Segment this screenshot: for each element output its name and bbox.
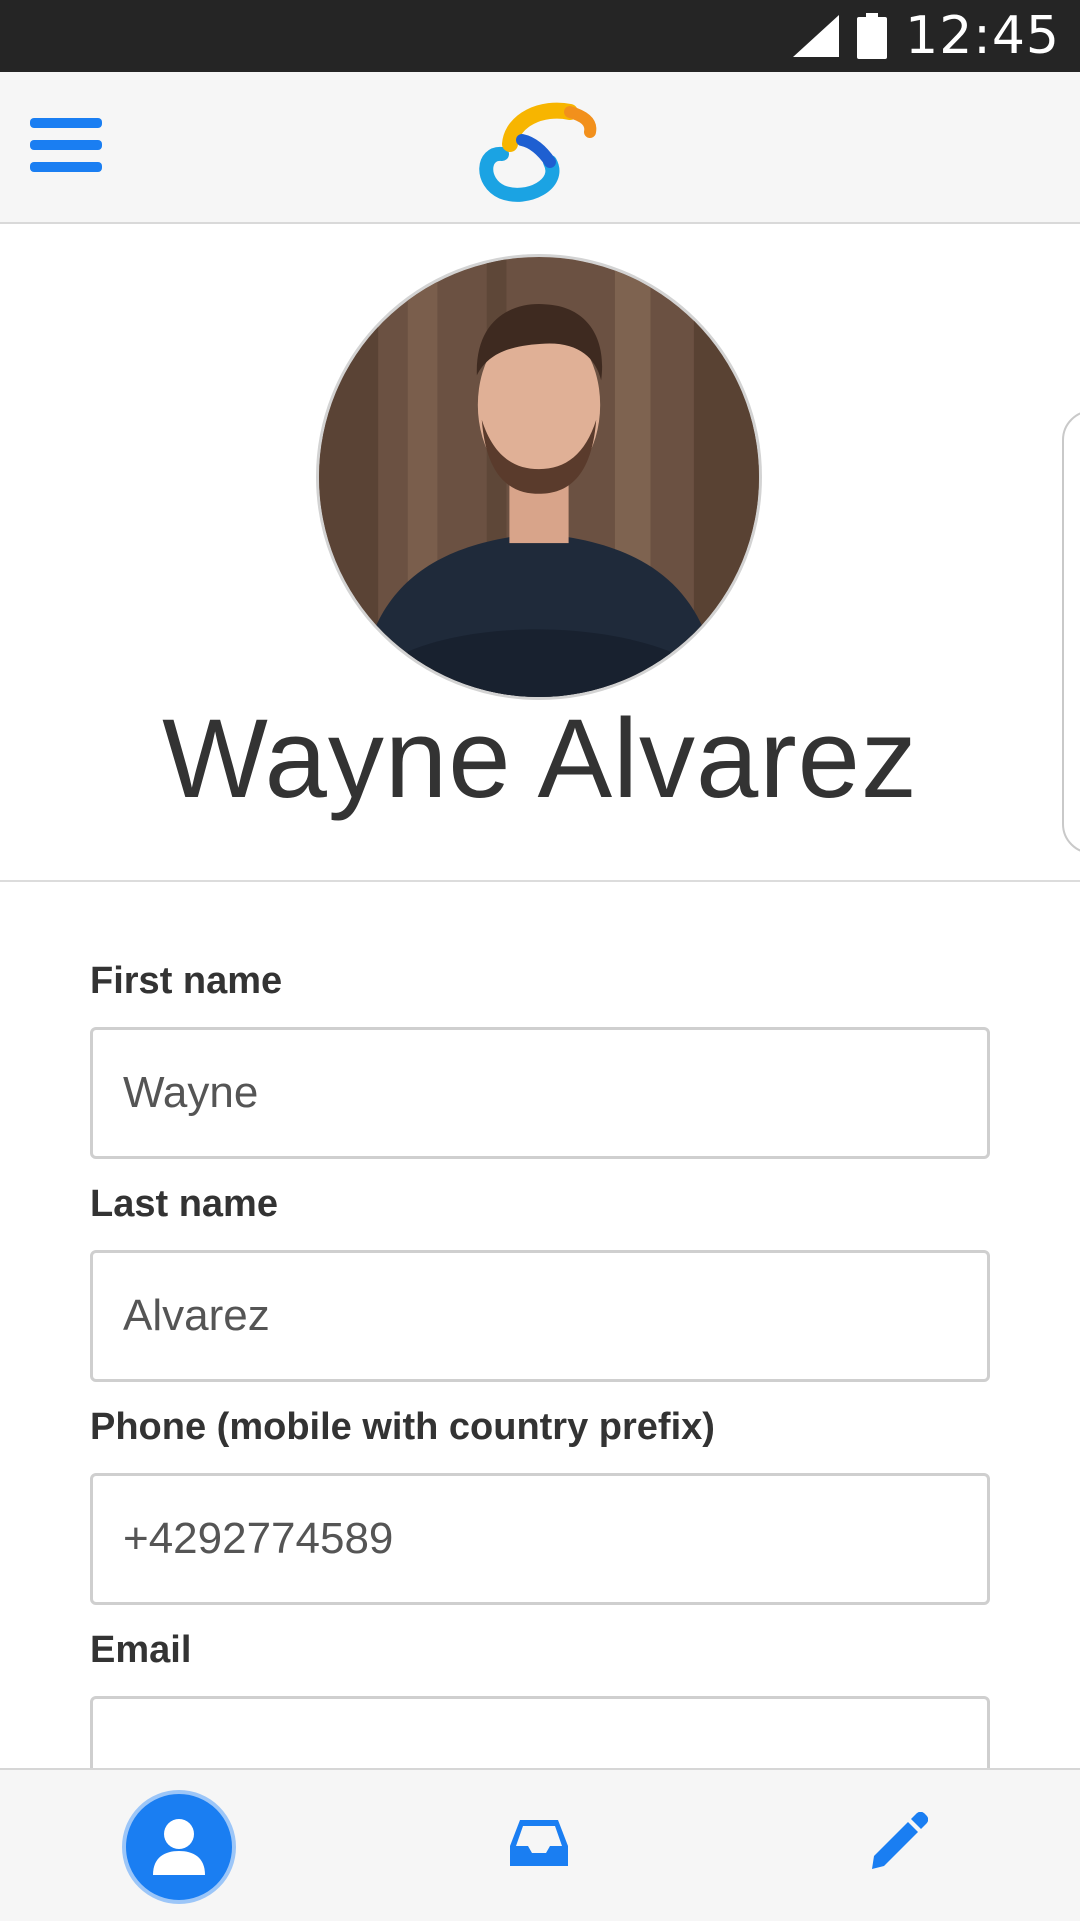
profile-form: First name Last name Phone (mobile with … xyxy=(90,960,990,1852)
status-bar: 12:45 xyxy=(0,0,1080,72)
side-drawer-handle[interactable] xyxy=(1062,410,1080,854)
hamburger-menu-icon[interactable] xyxy=(30,112,110,178)
email-label: Email xyxy=(90,1629,192,1671)
app-header xyxy=(0,72,1080,224)
nav-profile-button[interactable] xyxy=(122,1790,236,1904)
inbox-icon[interactable] xyxy=(508,1818,570,1868)
battery-icon xyxy=(857,13,888,59)
status-time: 12:45 xyxy=(905,6,1060,66)
phone-input[interactable] xyxy=(90,1473,990,1605)
pencil-icon[interactable] xyxy=(866,1812,928,1874)
last-name-label: Last name xyxy=(90,1183,278,1225)
menu-bar xyxy=(30,118,102,128)
app-logo-icon xyxy=(479,102,597,202)
phone-label: Phone (mobile with country prefix) xyxy=(90,1406,715,1448)
avatar xyxy=(316,254,762,700)
first-name-field: First name xyxy=(90,960,990,1159)
status-icons: 12:45 xyxy=(793,0,1060,72)
first-name-label: First name xyxy=(90,960,283,1002)
menu-bar xyxy=(30,162,102,172)
bottom-nav xyxy=(0,1768,1080,1921)
menu-bar xyxy=(30,140,102,150)
signal-icon xyxy=(793,15,840,57)
first-name-input[interactable] xyxy=(90,1027,990,1159)
user-icon xyxy=(153,1819,205,1875)
profile-photo xyxy=(319,257,759,697)
phone-field: Phone (mobile with country prefix) xyxy=(90,1406,990,1605)
last-name-field: Last name xyxy=(90,1183,990,1382)
profile-header: Wayne Alvarez xyxy=(0,224,1080,882)
profile-name: Wayne Alvarez xyxy=(162,696,918,821)
last-name-input[interactable] xyxy=(90,1250,990,1382)
